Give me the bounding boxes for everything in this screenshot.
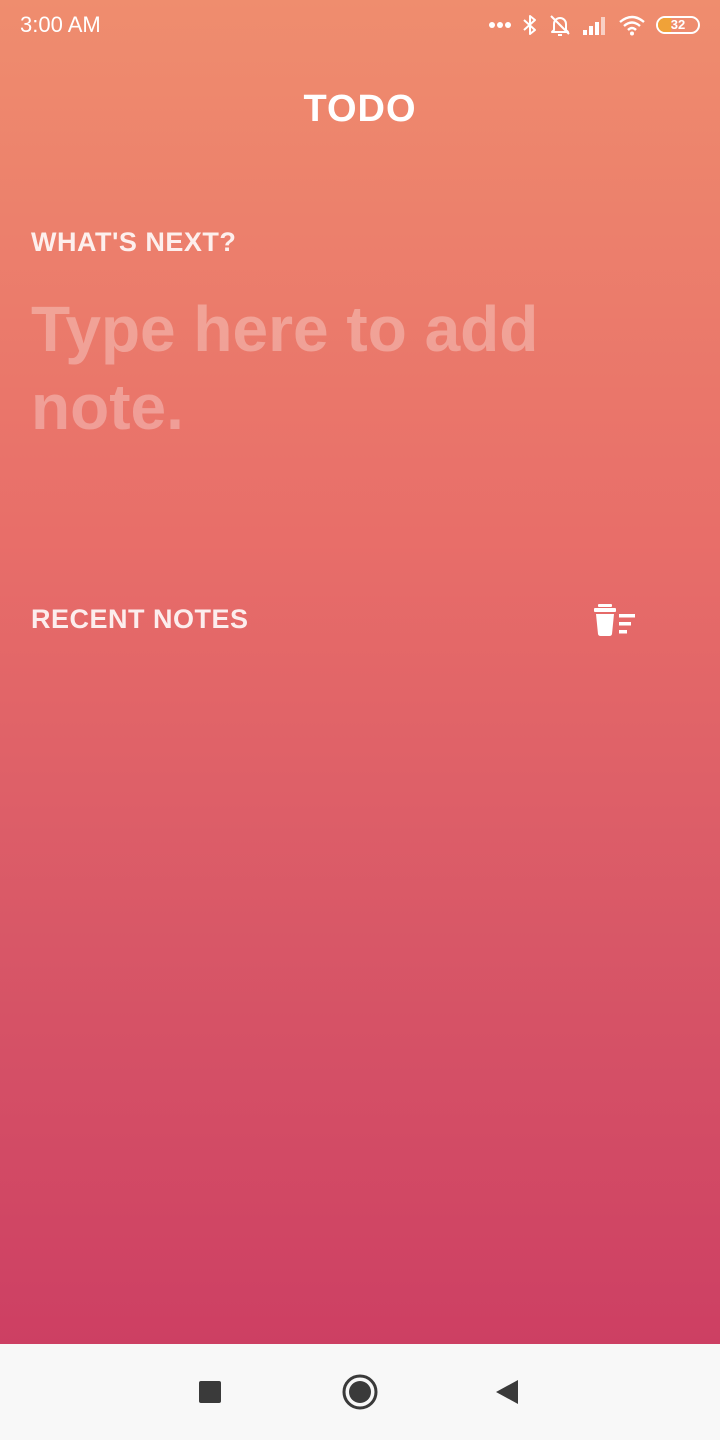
- note-input[interactable]: [31, 290, 631, 460]
- back-button[interactable]: [488, 1372, 528, 1412]
- whats-next-label: WHAT'S NEXT?: [31, 227, 237, 257]
- screen: 3:00 AM 32 TODO WHAT'S NEXT? Type here t…: [0, 0, 720, 1440]
- bluetooth-icon: [523, 15, 536, 35]
- nav-bar: [0, 1344, 720, 1440]
- status-icons: 32: [488, 10, 700, 40]
- delete-sweep-icon: [594, 604, 635, 636]
- battery-level: 32: [670, 17, 686, 32]
- status-time: 3:00 AM: [20, 12, 101, 37]
- alarm-off-icon: [550, 15, 570, 36]
- page-title: TODO: [303, 88, 417, 130]
- signal-icon: [583, 17, 605, 35]
- back-triangle-icon: [496, 1380, 518, 1404]
- recents-button[interactable]: [190, 1372, 230, 1412]
- recents-square-icon: [199, 1381, 221, 1403]
- more-dots-icon: [489, 22, 511, 28]
- home-button[interactable]: [340, 1372, 380, 1412]
- app-background: 3:00 AM 32 TODO WHAT'S NEXT? Type here t…: [0, 0, 720, 1344]
- wifi-icon: [619, 15, 645, 36]
- recent-notes-label: RECENT NOTES: [31, 604, 249, 634]
- status-bar: 3:00 AM 32: [0, 0, 720, 52]
- recent-notes-list: [31, 660, 689, 1320]
- battery-icon: 32: [656, 16, 700, 34]
- clear-notes-button[interactable]: [592, 600, 642, 640]
- home-circle-icon: [342, 1374, 378, 1410]
